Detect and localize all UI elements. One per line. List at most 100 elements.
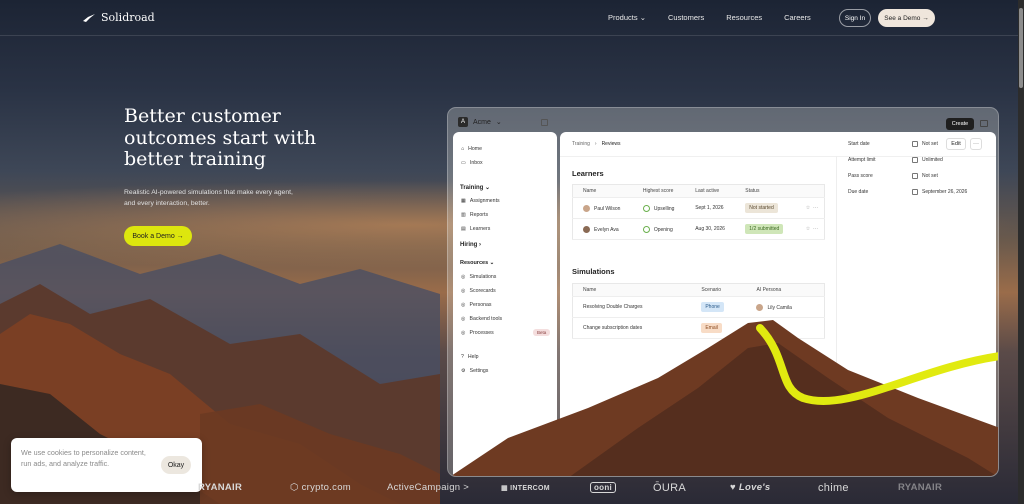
nav-link-customers[interactable]: Customers: [668, 13, 704, 22]
beta-badge: Beta: [533, 329, 551, 336]
chevron-down-icon: ⌄: [639, 13, 646, 22]
property-label: Due date: [848, 189, 869, 195]
learner-name: Paul Wilson: [594, 205, 621, 212]
workspace-name: Acme: [473, 118, 491, 126]
page-scrollbar[interactable]: [1018, 0, 1024, 504]
sidebar-item-label: Settings: [469, 368, 489, 374]
simulation-name: Change subscription dates: [572, 317, 692, 339]
personas-icon: ◎: [461, 302, 466, 308]
panel-icon[interactable]: [980, 120, 988, 127]
table-row[interactable]: Resolving Double Charges Phone Lily Cami…: [572, 296, 825, 318]
solidroad-logo-icon: [83, 13, 95, 22]
property-value-text: Unlimited: [922, 157, 943, 163]
nav-link-resources[interactable]: Resources: [726, 13, 762, 22]
sidebar-item-learners[interactable]: ▤ Learners: [461, 226, 490, 232]
learners-icon: ▤: [461, 226, 466, 232]
table-header: Name Highest score Last active Status: [572, 184, 825, 198]
sidebar-item-inbox[interactable]: ▭ Inbox: [461, 160, 483, 166]
simulation-name: Resolving Double Charges: [572, 296, 692, 318]
column-header[interactable]: Highest score: [632, 184, 686, 198]
cookie-okay-button[interactable]: Okay: [161, 456, 191, 474]
more-options-button[interactable]: ···: [970, 138, 982, 150]
book-demo-button[interactable]: Book a Demo →: [124, 226, 192, 246]
sidebar-item-personas[interactable]: ◎ Personas: [461, 302, 491, 308]
sidebar-item-scorecards[interactable]: ◎ Scorecards: [461, 288, 496, 294]
property-value[interactable]: Unlimited: [912, 157, 943, 163]
sidebar-item-reports[interactable]: ▥ Reports: [461, 212, 488, 218]
nav-link-products[interactable]: Products ⌄: [608, 13, 646, 22]
sidebar-item-settings[interactable]: ⚙ Settings: [461, 368, 488, 374]
score-icon: [912, 173, 918, 179]
processes-icon: ◎: [461, 330, 466, 336]
sidebar-item-backend-tools[interactable]: ◎ Backend tools: [461, 316, 502, 322]
column-header[interactable]: Name: [572, 184, 633, 198]
logo-intercom: ▦ INTERCOM: [501, 484, 550, 492]
crypto-com-icon: ⬡: [290, 482, 299, 493]
learners-table: Name Highest score Last active Status Pa…: [572, 184, 825, 240]
logo-chime: chime: [818, 482, 849, 494]
star-icon[interactable]: ☆: [806, 226, 810, 232]
cookie-text: We use cookies to personalize content, r…: [21, 448, 146, 468]
more-icon[interactable]: ···: [813, 226, 818, 232]
property-value[interactable]: Not set: [912, 173, 938, 179]
sidebar-section-training[interactable]: Training ⌄: [460, 184, 490, 191]
logo-label: Love's: [738, 482, 771, 493]
sign-in-button[interactable]: Sign In: [839, 9, 871, 27]
column-header[interactable]: Status: [735, 184, 796, 198]
sidebar-item-label: Scorecards: [469, 288, 496, 294]
simulations-icon: ◎: [461, 274, 466, 280]
inbox-icon: ▭: [461, 160, 466, 166]
breadcrumb-training[interactable]: Training: [572, 141, 590, 147]
sidebar-section-resources[interactable]: Resources ⌄: [460, 260, 494, 266]
sidebar-item-assignments[interactable]: ▦ Assignments: [461, 198, 500, 204]
column-header[interactable]: Scenario: [691, 283, 747, 297]
nav-link-careers[interactable]: Careers: [784, 13, 811, 22]
persona-name: Lily Camila: [767, 304, 792, 311]
status-badge: 1/2 submitted: [745, 224, 784, 234]
table-row[interactable]: Evelyn Ava Opening Aug 30, 2026 1/2 subm…: [572, 218, 825, 240]
customer-logos: RYANAIR ⬡ crypto.com ActiveCampaign > ▦ …: [0, 478, 1018, 498]
property-value[interactable]: Not set: [912, 141, 938, 147]
breadcrumb: Training › Reviews: [572, 141, 620, 147]
star-icon[interactable]: ☆: [806, 205, 810, 211]
see-demo-button[interactable]: See a Demo →: [878, 9, 935, 27]
column-header[interactable]: Name: [572, 283, 692, 297]
workspace-icon: A: [458, 117, 468, 127]
brand-logo[interactable]: Solidroad: [82, 11, 155, 24]
property-label: Start date: [848, 141, 870, 147]
column-header[interactable]: AI Persona: [746, 283, 825, 297]
column-header[interactable]: Last active: [685, 184, 736, 198]
create-button[interactable]: Create: [946, 118, 974, 130]
logo-loves: ♥ Love's: [730, 482, 770, 493]
table-row[interactable]: Change subscription dates Email: [572, 317, 825, 339]
learner-last-active: Sept 1, 2026: [685, 197, 736, 219]
sidebar-item-label: Processes: [469, 330, 494, 336]
sidebar-item-home[interactable]: ⌂ Home: [461, 146, 482, 152]
chevron-right-icon: ›: [479, 242, 482, 248]
sidebar-toggle-icon[interactable]: [541, 119, 548, 126]
gear-icon: ⚙: [461, 368, 466, 374]
more-icon[interactable]: ···: [813, 205, 818, 211]
edit-button[interactable]: Edit: [946, 138, 966, 150]
sidebar-item-label: Assignments: [469, 198, 500, 204]
property-value[interactable]: September 26, 2026: [912, 189, 967, 195]
scrollbar-thumb[interactable]: [1019, 8, 1023, 88]
property-pass-score: Pass score Not set: [848, 173, 938, 179]
status-badge: Not started: [745, 203, 778, 213]
property-value-text: Not set: [922, 173, 938, 179]
sidebar-item-help[interactable]: ? Help: [461, 354, 479, 360]
score-ring-icon: [642, 225, 650, 233]
workspace-switcher[interactable]: A Acme ⌄: [458, 117, 502, 127]
avatar: [583, 225, 590, 233]
intercom-icon: ▦: [501, 485, 508, 492]
table-row[interactable]: Paul Wilson Upselling Sept 1, 2026 Not s…: [572, 197, 825, 219]
table-header: Name Scenario AI Persona: [572, 283, 825, 297]
chevron-right-icon: ›: [594, 141, 597, 147]
property-due-date: Due date September 26, 2026: [848, 189, 967, 195]
sidebar-section-hiring[interactable]: Hiring ›: [460, 242, 481, 248]
sidebar-item-simulations[interactable]: ◎ Simulations: [461, 274, 496, 280]
sidebar-item-processes[interactable]: ◎ Processes: [461, 330, 494, 336]
hero-title: Better customer outcomes start with bett…: [124, 105, 317, 170]
sidebar-item-label: Simulations: [469, 274, 497, 280]
logo-ryanair-2: RYANAIR: [898, 482, 943, 493]
